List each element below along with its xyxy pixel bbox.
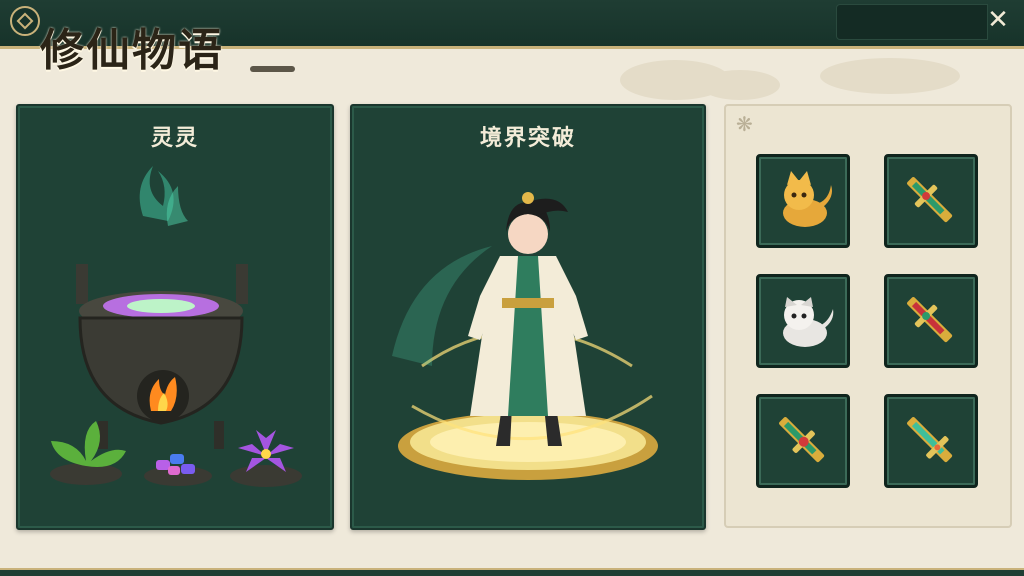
inventory-slot-red-ruby-sword[interactable] [884,274,978,368]
inventory-panel: ❋ [724,104,1012,528]
breakthrough-panel: 境界突破 [350,104,706,530]
alchemy-panel: 灵灵 [16,104,334,530]
white-beast-pet-icon [783,297,834,347]
emblem-icon [10,6,40,36]
ruby-gem-sword-icon [779,417,825,463]
inventory-slot-white-beast-pet[interactable] [756,274,850,368]
brush-stroke-decoration [250,66,295,72]
bottom-bar [0,568,1024,576]
inventory-slot-green-ruby-sword[interactable] [884,154,978,248]
cloud-decoration [700,70,780,100]
cauldron-illustration [50,166,302,487]
page-title: 修仙物语 [40,25,224,76]
green-ruby-sword-icon [907,177,953,223]
red-ruby-sword-icon [907,297,953,343]
top-right-slot [836,4,988,40]
cultivator-character-illustration[interactable] [352,106,704,526]
snowflake-icon: ❋ [736,112,753,136]
inventory-slot-jade-sword[interactable] [884,394,978,488]
jade-sword-icon [907,417,953,463]
inventory-slot-golden-fox-pet[interactable] [756,154,850,248]
close-button[interactable]: ✕ [984,6,1012,34]
golden-fox-pet-icon [783,171,832,227]
inventory-slot-ruby-gem-sword[interactable] [756,394,850,488]
cloud-decoration [820,58,960,94]
